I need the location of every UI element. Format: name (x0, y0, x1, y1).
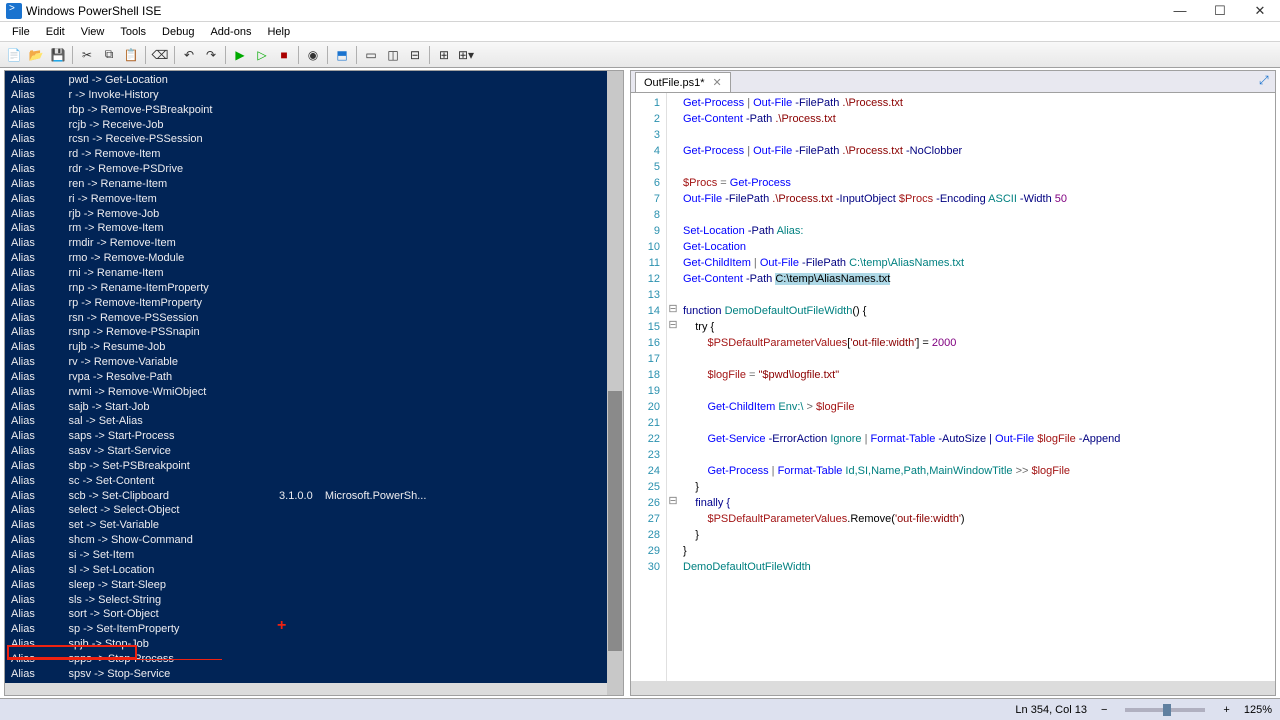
menu-tools[interactable]: Tools (112, 24, 154, 40)
toolbar-separator (174, 46, 175, 64)
copy-icon[interactable]: ⧉ (99, 45, 119, 65)
expand-pane-icon[interactable]: ⤢ (1259, 73, 1273, 87)
cursor-position: Ln 354, Col 13 (1015, 704, 1087, 716)
layout3-icon[interactable]: ⊟ (405, 45, 425, 65)
console-h-scrollbar[interactable] (5, 683, 607, 695)
cut-icon[interactable]: ✂ (77, 45, 97, 65)
close-button[interactable]: ✕ (1240, 0, 1280, 22)
console-scrollbar-thumb[interactable] (608, 391, 622, 651)
menu-view[interactable]: View (73, 24, 113, 40)
toolbar-separator (327, 46, 328, 64)
toolbar-separator (298, 46, 299, 64)
redo-icon[interactable]: ↷ (201, 45, 221, 65)
menu-edit[interactable]: Edit (38, 24, 73, 40)
zoom-out-icon[interactable]: − (1101, 704, 1107, 716)
zoom-slider[interactable] (1125, 708, 1205, 712)
new-remote-tab-icon[interactable]: ⬒ (332, 45, 352, 65)
title-bar: Windows PowerShell ISE — ☐ ✕ (0, 0, 1280, 22)
run-selection-icon[interactable]: ▷ (252, 45, 272, 65)
maximize-button[interactable]: ☐ (1200, 0, 1240, 22)
menu-bar: File Edit View Tools Debug Add-ons Help (0, 22, 1280, 42)
toolbar: 📄 📂 💾 ✂ ⧉ 📋 ⌫ ↶ ↷ ▶ ▷ ■ ◉ ⬒ ▭ ◫ ⊟ ⊞ ⊞▾ (0, 42, 1280, 68)
toolbar-separator (429, 46, 430, 64)
annotation-line (7, 659, 222, 660)
layout-icon[interactable]: ▭ (361, 45, 381, 65)
undo-icon[interactable]: ↶ (179, 45, 199, 65)
zoom-level: 125% (1244, 704, 1272, 716)
annotation-box (7, 645, 137, 659)
stop-icon[interactable]: ■ (274, 45, 294, 65)
script-editor-pane: ⤢ OutFile.ps1* ✕ 12345678910111213141516… (630, 70, 1276, 696)
clear-icon[interactable]: ⌫ (150, 45, 170, 65)
save-icon[interactable]: 💾 (48, 45, 68, 65)
tab-close-icon[interactable]: ✕ (711, 76, 724, 89)
toolbar-separator (145, 46, 146, 64)
file-tab-label: OutFile.ps1* (644, 77, 705, 89)
breakpoint-icon[interactable]: ◉ (303, 45, 323, 65)
toolbar-separator (225, 46, 226, 64)
command-addon-icon[interactable]: ⊞ (434, 45, 454, 65)
toolbar-separator (356, 46, 357, 64)
menu-debug[interactable]: Debug (154, 24, 202, 40)
annotation-marker: + (277, 615, 286, 637)
layout2-icon[interactable]: ◫ (383, 45, 403, 65)
code-editor[interactable]: Get-Process | Out-File -FilePath .\Proce… (679, 93, 1275, 695)
open-icon[interactable]: 📂 (26, 45, 46, 65)
console-scrollbar[interactable] (607, 71, 623, 695)
menu-addons[interactable]: Add-ons (202, 24, 259, 40)
line-numbers: 1234567891011121314151617181920212223242… (631, 93, 667, 695)
status-bar: Ln 354, Col 13 − + 125% (0, 698, 1280, 720)
toolbar-separator (72, 46, 73, 64)
minimize-button[interactable]: — (1160, 0, 1200, 22)
console-pane[interactable]: Alias pwd -> Get-Location Alias r -> Inv… (4, 70, 624, 696)
run-script-icon[interactable]: ▶ (230, 45, 250, 65)
menu-file[interactable]: File (4, 24, 38, 40)
window-title: Windows PowerShell ISE (26, 4, 161, 18)
new-icon[interactable]: 📄 (4, 45, 24, 65)
editor-tab-strip: OutFile.ps1* ✕ (631, 71, 1275, 93)
file-tab[interactable]: OutFile.ps1* ✕ (635, 72, 731, 92)
app-icon (6, 3, 22, 19)
paste-icon[interactable]: 📋 (121, 45, 141, 65)
fold-column[interactable]: ⊟⊟⊟ (667, 93, 679, 695)
editor-h-scrollbar[interactable] (631, 681, 1275, 695)
zoom-in-icon[interactable]: + (1223, 704, 1229, 716)
menu-help[interactable]: Help (259, 24, 298, 40)
command-addon2-icon[interactable]: ⊞▾ (456, 45, 476, 65)
